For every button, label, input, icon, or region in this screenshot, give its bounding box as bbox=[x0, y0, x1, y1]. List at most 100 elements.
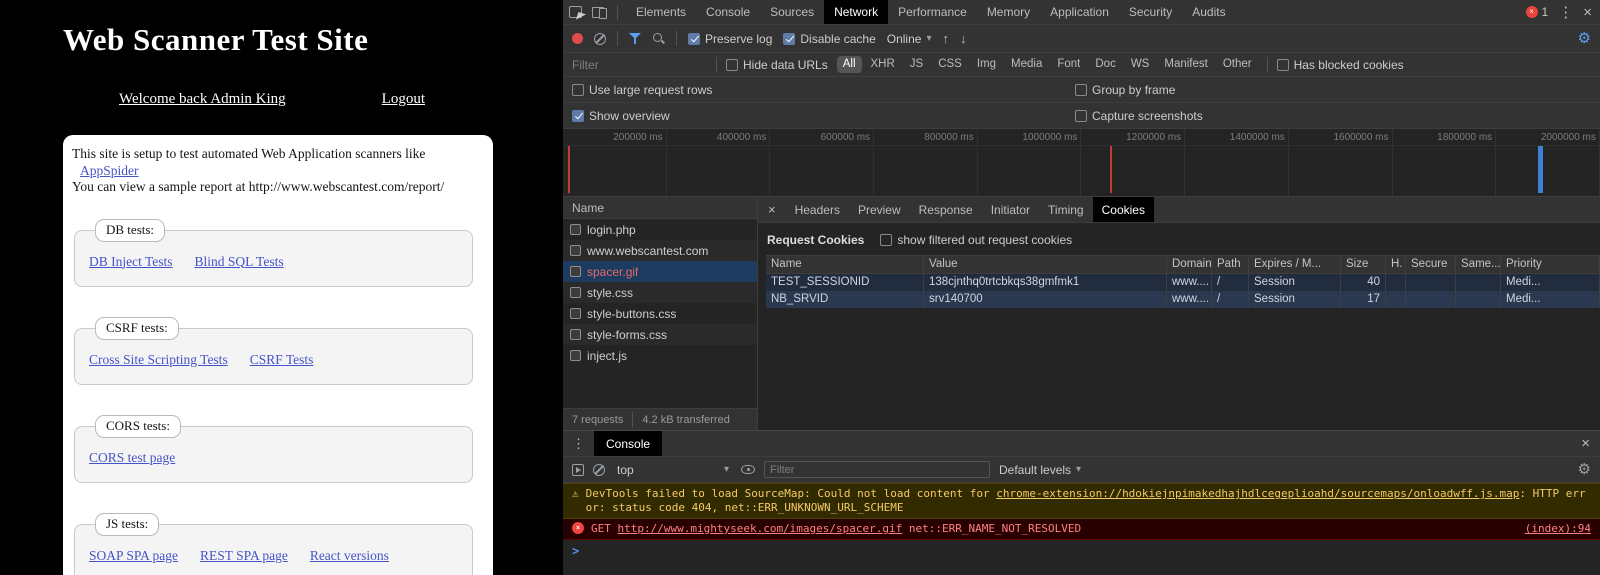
col-samesite[interactable]: Same... bbox=[1456, 256, 1501, 273]
request-row[interactable]: login.php bbox=[563, 219, 757, 240]
request-row[interactable]: inject.js bbox=[563, 345, 757, 366]
record-icon[interactable] bbox=[572, 33, 583, 44]
group-by-frame-checkbox[interactable]: Group by frame bbox=[1075, 83, 1175, 97]
request-row[interactable]: style.css bbox=[563, 282, 757, 303]
console-prompt-chevron[interactable]: > bbox=[563, 540, 1600, 562]
tab-sources[interactable]: Sources bbox=[760, 0, 824, 24]
checkbox[interactable] bbox=[572, 84, 584, 96]
type-filter-ws[interactable]: WS bbox=[1125, 56, 1156, 73]
tab-console[interactable]: Console bbox=[696, 0, 760, 24]
console-sidebar-icon[interactable] bbox=[572, 464, 584, 476]
col-name[interactable]: Name bbox=[766, 256, 924, 273]
logout-link[interactable]: Logout bbox=[382, 91, 425, 108]
network-filter-input[interactable] bbox=[572, 58, 707, 72]
request-row[interactable]: www.webscantest.com bbox=[563, 240, 757, 261]
tab-performance[interactable]: Performance bbox=[888, 0, 977, 24]
type-filter-other[interactable]: Other bbox=[1217, 56, 1258, 73]
detail-tab-headers[interactable]: Headers bbox=[786, 197, 849, 222]
tab-elements[interactable]: Elements bbox=[626, 0, 696, 24]
tab-application[interactable]: Application bbox=[1040, 0, 1119, 24]
capture-screenshots-checkbox[interactable]: Capture screenshots bbox=[1075, 109, 1203, 123]
checkbox[interactable] bbox=[688, 33, 700, 45]
col-size[interactable]: Size bbox=[1341, 256, 1386, 273]
xss-tests-link[interactable]: Cross Site Scripting Tests bbox=[89, 352, 228, 367]
welcome-link[interactable]: Welcome back Admin King bbox=[119, 91, 286, 108]
drawer-kebab-menu-icon[interactable]: ⋮ bbox=[563, 437, 594, 450]
type-filter-img[interactable]: Img bbox=[971, 56, 1002, 73]
type-filter-all[interactable]: All bbox=[837, 56, 862, 73]
clear-console-icon[interactable] bbox=[593, 464, 605, 476]
request-row[interactable]: style-buttons.css bbox=[563, 303, 757, 324]
detail-close-icon[interactable]: × bbox=[758, 203, 786, 216]
detail-tab-timing[interactable]: Timing bbox=[1039, 197, 1093, 222]
type-filter-media[interactable]: Media bbox=[1005, 56, 1048, 73]
network-overview-timeline[interactable]: 200000 ms 400000 ms 600000 ms 800000 ms … bbox=[563, 129, 1600, 197]
hide-data-urls-checkbox[interactable]: Hide data URLs bbox=[726, 58, 828, 72]
show-overview-checkbox[interactable]: Show overview bbox=[572, 109, 670, 123]
checkbox[interactable] bbox=[1075, 84, 1087, 96]
console-drawer-tab[interactable]: Console bbox=[594, 431, 662, 456]
tab-network[interactable]: Network bbox=[824, 0, 888, 24]
checkbox[interactable] bbox=[1075, 110, 1087, 122]
type-filter-doc[interactable]: Doc bbox=[1089, 56, 1121, 73]
checkbox[interactable] bbox=[1277, 59, 1289, 71]
checkbox[interactable] bbox=[572, 110, 584, 122]
col-domain[interactable]: Domain bbox=[1167, 256, 1212, 273]
cookie-row[interactable]: NB_SRVID srv140700 www.... / Session 17 … bbox=[766, 291, 1600, 308]
failed-request-link[interactable]: http://www.mightyseek.com/images/spacer.… bbox=[618, 522, 903, 535]
use-large-request-rows-checkbox[interactable]: Use large request rows bbox=[572, 83, 712, 97]
db-inject-tests-link[interactable]: DB Inject Tests bbox=[89, 254, 173, 269]
type-filter-css[interactable]: CSS bbox=[932, 56, 968, 73]
tab-security[interactable]: Security bbox=[1119, 0, 1182, 24]
throttling-dropdown[interactable]: Online ▾ bbox=[887, 32, 932, 46]
tab-memory[interactable]: Memory bbox=[977, 0, 1040, 24]
execution-context-dropdown[interactable]: top ▾ bbox=[614, 463, 732, 477]
rest-spa-link[interactable]: REST SPA page bbox=[200, 548, 288, 563]
checkbox[interactable] bbox=[726, 59, 738, 71]
csrf-tests-link[interactable]: CSRF Tests bbox=[250, 352, 314, 367]
col-path[interactable]: Path bbox=[1212, 256, 1249, 273]
type-filter-font[interactable]: Font bbox=[1051, 56, 1086, 73]
detail-tab-cookies[interactable]: Cookies bbox=[1093, 197, 1154, 222]
col-priority[interactable]: Priority bbox=[1501, 256, 1600, 273]
request-list-name-header[interactable]: Name bbox=[563, 197, 757, 219]
drawer-close-icon[interactable]: × bbox=[1571, 436, 1600, 451]
inspect-element-icon[interactable] bbox=[569, 6, 582, 18]
cors-test-page-link[interactable]: CORS test page bbox=[89, 450, 175, 465]
type-filter-xhr[interactable]: XHR bbox=[865, 56, 901, 73]
checkbox[interactable] bbox=[880, 234, 892, 246]
detail-tab-preview[interactable]: Preview bbox=[849, 197, 910, 222]
error-badge[interactable]: × 1 bbox=[1526, 5, 1549, 19]
export-har-icon[interactable]: ↓ bbox=[960, 32, 967, 45]
detail-tab-response[interactable]: Response bbox=[910, 197, 982, 222]
appspider-link[interactable]: AppSpider bbox=[80, 163, 139, 178]
kebab-menu-icon[interactable]: ⋮ bbox=[1558, 5, 1573, 20]
filter-icon[interactable] bbox=[629, 33, 641, 44]
error-source-link[interactable]: (index):94 bbox=[1511, 522, 1591, 536]
checkbox[interactable] bbox=[783, 33, 795, 45]
log-levels-dropdown[interactable]: Default levels ▾ bbox=[999, 463, 1081, 477]
cookie-row[interactable]: TEST_SESSIONID 138cjnthq0trtcbkqs38gmfmk… bbox=[766, 274, 1600, 291]
detail-tab-initiator[interactable]: Initiator bbox=[982, 197, 1039, 222]
console-settings-gear-icon[interactable]: ⚙ bbox=[1578, 462, 1591, 477]
type-filter-js[interactable]: JS bbox=[904, 56, 929, 73]
has-blocked-cookies-checkbox[interactable]: Has blocked cookies bbox=[1277, 58, 1404, 72]
col-httponly[interactable]: H. bbox=[1386, 256, 1406, 273]
request-row[interactable]: style-forms.css bbox=[563, 324, 757, 345]
soap-spa-link[interactable]: SOAP SPA page bbox=[89, 548, 178, 563]
devtools-close-icon[interactable]: × bbox=[1583, 5, 1592, 20]
col-secure[interactable]: Secure bbox=[1406, 256, 1456, 273]
disable-cache-checkbox[interactable]: Disable cache bbox=[783, 32, 875, 46]
col-value[interactable]: Value bbox=[924, 256, 1167, 273]
tab-audits[interactable]: Audits bbox=[1182, 0, 1235, 24]
import-har-icon[interactable]: ↑ bbox=[942, 32, 949, 45]
request-row-selected[interactable]: spacer.gif bbox=[563, 261, 757, 282]
sourcemap-link[interactable]: chrome-extension://hdokiejnpimakedhajhdl… bbox=[996, 487, 1519, 500]
type-filter-manifest[interactable]: Manifest bbox=[1158, 56, 1213, 73]
network-settings-gear-icon[interactable]: ⚙ bbox=[1578, 31, 1591, 46]
blind-sql-tests-link[interactable]: Blind SQL Tests bbox=[195, 254, 284, 269]
col-expires[interactable]: Expires / M... bbox=[1249, 256, 1341, 273]
preserve-log-checkbox[interactable]: Preserve log bbox=[688, 32, 772, 46]
react-versions-link[interactable]: React versions bbox=[310, 548, 389, 563]
clear-icon[interactable] bbox=[594, 33, 606, 45]
